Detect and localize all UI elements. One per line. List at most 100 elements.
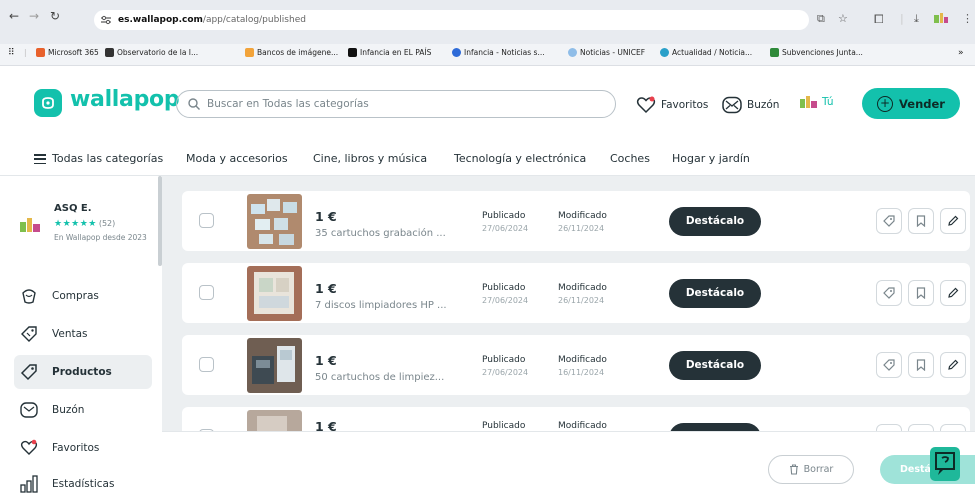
download-icon[interactable]: ⤓ (914, 12, 919, 26)
product-price: 1 € (315, 353, 337, 368)
destacalo-button[interactable]: Destácalo (669, 207, 761, 236)
user-avatar-icon (800, 96, 817, 108)
bookmark-item[interactable]: Infancia - Noticias s... (452, 48, 545, 57)
microsoft-365-icon (36, 48, 45, 57)
profile-link[interactable]: Tú (800, 96, 833, 108)
favoritos-link[interactable]: Favoritos (636, 96, 708, 114)
select-checkbox[interactable] (199, 213, 214, 228)
product-image[interactable] (247, 266, 302, 321)
product-image[interactable] (247, 410, 302, 431)
bookmark-star-icon[interactable]: ☆ (838, 12, 848, 25)
profile-avatar-icon[interactable] (934, 13, 948, 23)
product-price: 1 € (315, 419, 337, 431)
select-checkbox[interactable] (199, 357, 214, 372)
member-since: En Wallapop desde 2023 (54, 233, 147, 242)
edit-pencil-icon[interactable] (940, 280, 966, 306)
user-name[interactable]: ASQ E. (54, 203, 92, 214)
more-bookmarks[interactable]: » (958, 48, 964, 58)
bookmark-icon[interactable] (908, 280, 934, 306)
back-arrow-icon[interactable]: ← (6, 9, 22, 23)
published-label: Publicado (482, 355, 526, 365)
product-price: 1 € (315, 281, 337, 296)
category-hogar[interactable]: Hogar y jardín (672, 152, 750, 165)
category-all[interactable]: Todas las categorías (52, 152, 163, 165)
buzon-link[interactable]: Buzón (722, 96, 779, 114)
help-chat-icon[interactable] (930, 447, 960, 481)
category-moda[interactable]: Moda y accesorios (186, 152, 288, 165)
destacalo-button[interactable] (669, 423, 761, 431)
category-tecnologia[interactable]: Tecnología y electrónica (454, 152, 586, 165)
destacalo-button[interactable]: Destácalo (669, 279, 761, 308)
observatorio-icon (105, 48, 114, 57)
sidebar-item-ventas[interactable]: Ventas (14, 317, 152, 351)
reload-icon[interactable]: ↻ (47, 9, 63, 23)
bookmark-item[interactable]: Microsoft 365 (36, 48, 99, 57)
published-date: 27/06/2024 (482, 224, 529, 233)
forward-arrow-icon[interactable]: → (26, 9, 42, 23)
address-bar[interactable]: es.wallapop.com/app/catalog/published (94, 10, 809, 30)
reserve-icon[interactable] (876, 352, 902, 378)
sidebar-item-favoritos[interactable]: Favoritos (14, 431, 152, 465)
category-cine[interactable]: Cine, libros y música (313, 152, 427, 165)
bookmark-item[interactable]: Bancos de imágene... (245, 48, 338, 57)
sidebar-item-compras[interactable]: Compras (14, 279, 152, 313)
bookmark-icon[interactable] (908, 352, 934, 378)
user-avatar[interactable] (20, 218, 40, 232)
product-card[interactable]: 1 € Publicado Modificado (182, 407, 970, 431)
bookmark-item[interactable]: Infancia en EL PAÍS (348, 48, 431, 57)
reserve-icon[interactable] (876, 424, 902, 431)
edit-pencil-icon[interactable] (940, 352, 966, 378)
hamburger-menu-icon[interactable] (34, 154, 46, 165)
bookmark-icon[interactable] (908, 424, 934, 431)
site-settings-icon[interactable] (100, 15, 112, 25)
bookmark-item[interactable]: Actualidad / Noticia... (660, 48, 752, 57)
url-host: es.wallapop.com (118, 15, 203, 25)
rating-stars-icon: ★★★★★ (54, 219, 97, 229)
vender-button[interactable]: + Vender (862, 88, 960, 119)
destacar-button[interactable]: Destá (880, 455, 975, 484)
bookmark-item[interactable]: Observatorio de la I... (105, 48, 198, 57)
bookmark-icon[interactable] (908, 208, 934, 234)
bookmark-item[interactable]: Subvenciones Junta... (770, 48, 863, 57)
edit-pencil-icon[interactable] (940, 424, 966, 431)
toolbar-divider: | (900, 12, 904, 25)
sidebar-item-productos[interactable]: Productos (14, 355, 152, 389)
select-checkbox[interactable] (199, 285, 214, 300)
published-date: 27/06/2024 (482, 296, 529, 305)
bancos-imagenes-icon (245, 48, 254, 57)
product-card[interactable]: 1 € 7 discos limpiadores HP ... Publicad… (182, 263, 970, 323)
category-coches[interactable]: Coches (610, 152, 650, 165)
apps-grid-icon[interactable]: ⠿ (8, 48, 15, 58)
wallapop-logo-icon[interactable] (34, 89, 62, 117)
bookmark-divider: | (24, 48, 27, 57)
product-list: 1 € 35 cartuchos grabación ... Publicado… (162, 176, 975, 431)
tag-icon (20, 364, 37, 381)
published-date: 27/06/2024 (482, 368, 529, 377)
product-image[interactable] (247, 338, 302, 393)
product-title[interactable]: 35 cartuchos grabación ... (315, 228, 446, 239)
url-path: /app/catalog/published (202, 15, 306, 25)
product-image[interactable] (247, 194, 302, 249)
edit-pencil-icon[interactable] (940, 208, 966, 234)
extensions-icon[interactable]: ⧠ (874, 12, 884, 27)
sidebar-item-estadisticas[interactable]: Estadísticas (14, 467, 152, 493)
search-input[interactable]: Buscar en Todas las categorías (176, 90, 616, 118)
destacalo-button[interactable]: Destácalo (669, 351, 761, 380)
brand-name[interactable]: wallapop (70, 87, 180, 112)
product-card[interactable]: 1 € 50 cartuchos de limpiez... Publicado… (182, 335, 970, 395)
modified-label: Modificado (558, 355, 607, 365)
reserve-icon[interactable] (876, 280, 902, 306)
unicef-icon (568, 48, 577, 57)
product-title[interactable]: 7 discos limpiadores HP ... (315, 300, 447, 311)
bookmark-item[interactable]: Noticias - UNICEF (568, 48, 645, 57)
install-app-icon[interactable]: ⧉ (817, 12, 825, 26)
product-card[interactable]: 1 € 35 cartuchos grabación ... Publicado… (182, 191, 970, 251)
sidebar-item-buzon[interactable]: Buzón (14, 393, 152, 427)
product-price: 1 € (315, 209, 337, 224)
published-label: Publicado (482, 283, 526, 293)
borrar-button[interactable]: Borrar (768, 455, 854, 484)
shopping-bag-icon (22, 289, 36, 304)
reserve-icon[interactable] (876, 208, 902, 234)
menu-dots-icon[interactable]: ⋮ (962, 12, 973, 25)
product-title[interactable]: 50 cartuchos de limpiez... (315, 372, 444, 383)
